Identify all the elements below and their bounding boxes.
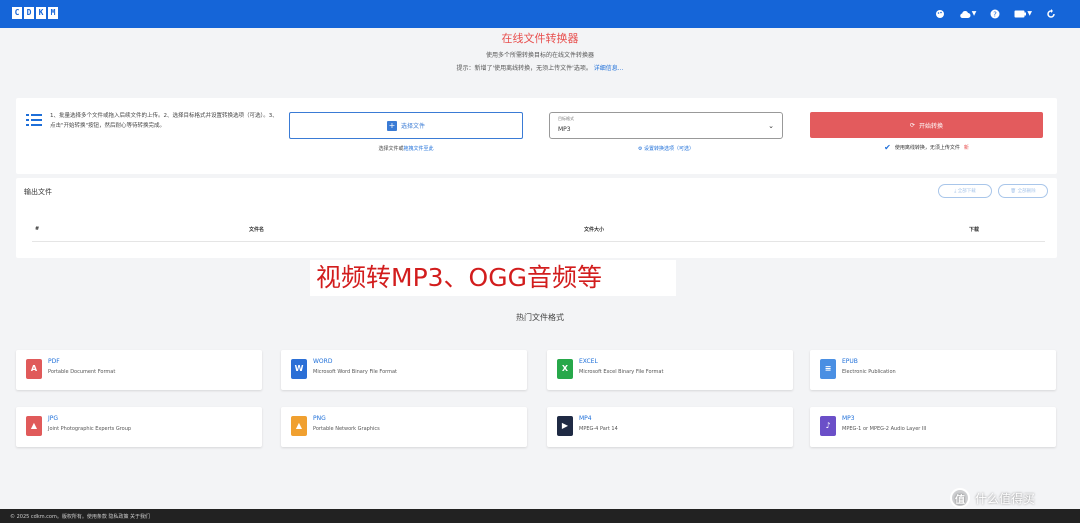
format-name: JPG [48,415,59,422]
col-download: 下载 [969,227,980,233]
format-card-mp3[interactable]: ♪ MP3 MPEG-1 or MPEG-2 Audio Layer III [810,407,1056,447]
conversion-options-link[interactable]: ⚙ 设置转换选项（可选） [549,145,783,152]
select-file-hint: 选择文件或拖拽文件至此 [289,145,523,152]
format-description: Portable Document Format [48,369,116,375]
checkbox-checked-icon[interactable]: ✔ [884,143,891,152]
png-file-icon: ▲ [291,416,307,436]
logo-letter: K [36,7,46,19]
word-file-icon: W [291,359,307,379]
col-index: # [35,226,40,232]
logo-letter: M [48,7,58,19]
chevron-down-icon: ⌄ [768,122,774,130]
trash-icon: 🗑 [1010,188,1017,194]
offline-convert-label: 使用离线转换，无须上传文件 [894,145,960,151]
hint-text: 提示：新增了'使用离线转换，无须上传文件'选项。 [456,65,592,72]
delete-all-button[interactable]: 🗑 全部删除 [998,184,1048,198]
sync-icon: ⟳ [909,121,915,129]
upload-panel: 1、批量选择多个文件或拖入后续文件的上传。2、选择目标格式并设置转换选项（可选）… [16,98,1057,174]
format-value: MP3 [558,126,571,133]
format-label: 目标格式 [558,116,574,121]
format-name: MP4 [579,415,592,422]
select-hint-text: 选择文件或 [378,146,404,152]
battery-icon[interactable]: ▼ [1014,8,1032,20]
col-filename: 文件名 [249,227,265,233]
mp3-file-icon: ♪ [820,416,836,436]
overlay-annotation: 视频转MP3、OGG音频等 [310,260,676,296]
format-card-excel[interactable]: X EXCEL Microsoft Excel Binary File Format [547,350,793,390]
download-all-label: 全部下载 [957,189,976,194]
offline-convert-option[interactable]: ✔ 使用离线转换，无须上传文件 新 [810,143,1043,152]
drag-drop-link[interactable]: 拖拽文件至此 [404,146,434,152]
format-card-png[interactable]: ▲ PNG Portable Network Graphics [281,407,527,447]
format-description: Electronic Publication [842,369,896,375]
delete-all-label: 全部删除 [1017,189,1036,194]
logo-letter: C [12,7,22,19]
new-badge: 新 [963,145,969,151]
target-format-select[interactable]: 目标格式 MP3 ⌄ [549,112,783,139]
usage-steps: 1、批量选择多个文件或拖入后续文件的上传。2、选择目标格式并设置转换选项（可选）… [50,113,278,129]
format-description: MPEG-4 Part 14 [579,426,618,432]
col-filesize: 文件大小 [584,227,605,233]
list-icon [26,112,42,128]
watermark: 值 什么值得买 [950,487,1035,509]
format-card-jpg[interactable]: ▲ JPG Joint Photographic Experts Group [16,407,262,447]
start-convert-label: 开始转换 [919,122,944,130]
logo-letter: D [24,7,34,19]
jpg-file-icon: ▲ [26,416,42,436]
plus-icon: + [386,120,397,131]
conversion-options-label: 设置转换选项（可选） [644,146,695,152]
format-name: WORD [313,358,333,365]
select-file-label: 选择文件 [400,123,425,130]
popular-formats-title: 热门文件格式 [516,313,564,322]
output-table-header: # 文件名 文件大小 下载 [32,220,1045,242]
output-files-panel: 输出文件 ⤓ 全部下载 🗑 全部删除 # 文件名 文件大小 下载 [16,178,1057,258]
footer: © 2025 cdkm.com。版权所有。使用条款 隐私政策 关于我们 [0,509,1080,523]
format-description: Microsoft Excel Binary File Format [579,369,664,375]
excel-file-icon: X [557,359,573,379]
watermark-text: 什么值得买 [975,491,1036,506]
format-card-pdf[interactable]: A PDF Portable Document Format [16,350,262,390]
format-card-mp4[interactable]: ▶ MP4 MPEG-4 Part 14 [547,407,793,447]
pdf-file-icon: A [26,359,42,379]
watermark-badge: 值 [950,488,970,508]
format-name: PDF [48,358,60,365]
page-title: 在线文件转换器 [501,32,579,45]
cloud-icon[interactable]: ▼ [959,8,976,20]
refresh-icon[interactable] [1046,9,1056,19]
gear-icon: ⚙ [637,146,643,152]
format-name: EXCEL [579,358,598,365]
top-navbar: C D K M ▼ ? ▼ [0,0,1080,28]
download-all-button[interactable]: ⤓ 全部下载 [938,184,992,198]
format-description: MPEG-1 or MPEG-2 Audio Layer III [842,426,927,432]
format-card-word[interactable]: W WORD Microsoft Word Binary File Format [281,350,527,390]
format-description: Microsoft Word Binary File Format [313,369,398,375]
page-subtitle: 使用多个所需转换目标的在线文件转换器 [485,52,594,59]
epub-file-icon: ≡ [820,359,836,379]
page-hint: 提示：新增了'使用离线转换，无须上传文件'选项。 详细信息... [0,63,1080,72]
svg-text:?: ? [994,11,998,19]
format-description: Portable Network Graphics [313,426,380,432]
format-card-epub[interactable]: ≡ EPUB Electronic Publication [810,350,1056,390]
format-name: EPUB [842,358,858,365]
help-icon[interactable]: ? [990,9,1000,19]
format-name: PNG [313,415,326,422]
palette-icon[interactable] [935,9,945,19]
footer-text: © 2025 cdkm.com。版权所有。使用条款 隐私政策 关于我们 [10,514,151,520]
site-logo[interactable]: C D K M [12,7,58,19]
mp4-file-icon: ▶ [557,416,573,436]
start-convert-button[interactable]: ⟳ 开始转换 [810,112,1043,138]
hint-details-link[interactable]: 详细信息... [594,65,624,72]
select-file-button[interactable]: + 选择文件 [289,112,523,139]
format-description: Joint Photographic Experts Group [48,426,132,432]
download-icon: ⤓ [954,189,957,194]
output-title: 输出文件 [24,188,52,196]
format-name: MP3 [842,415,855,422]
